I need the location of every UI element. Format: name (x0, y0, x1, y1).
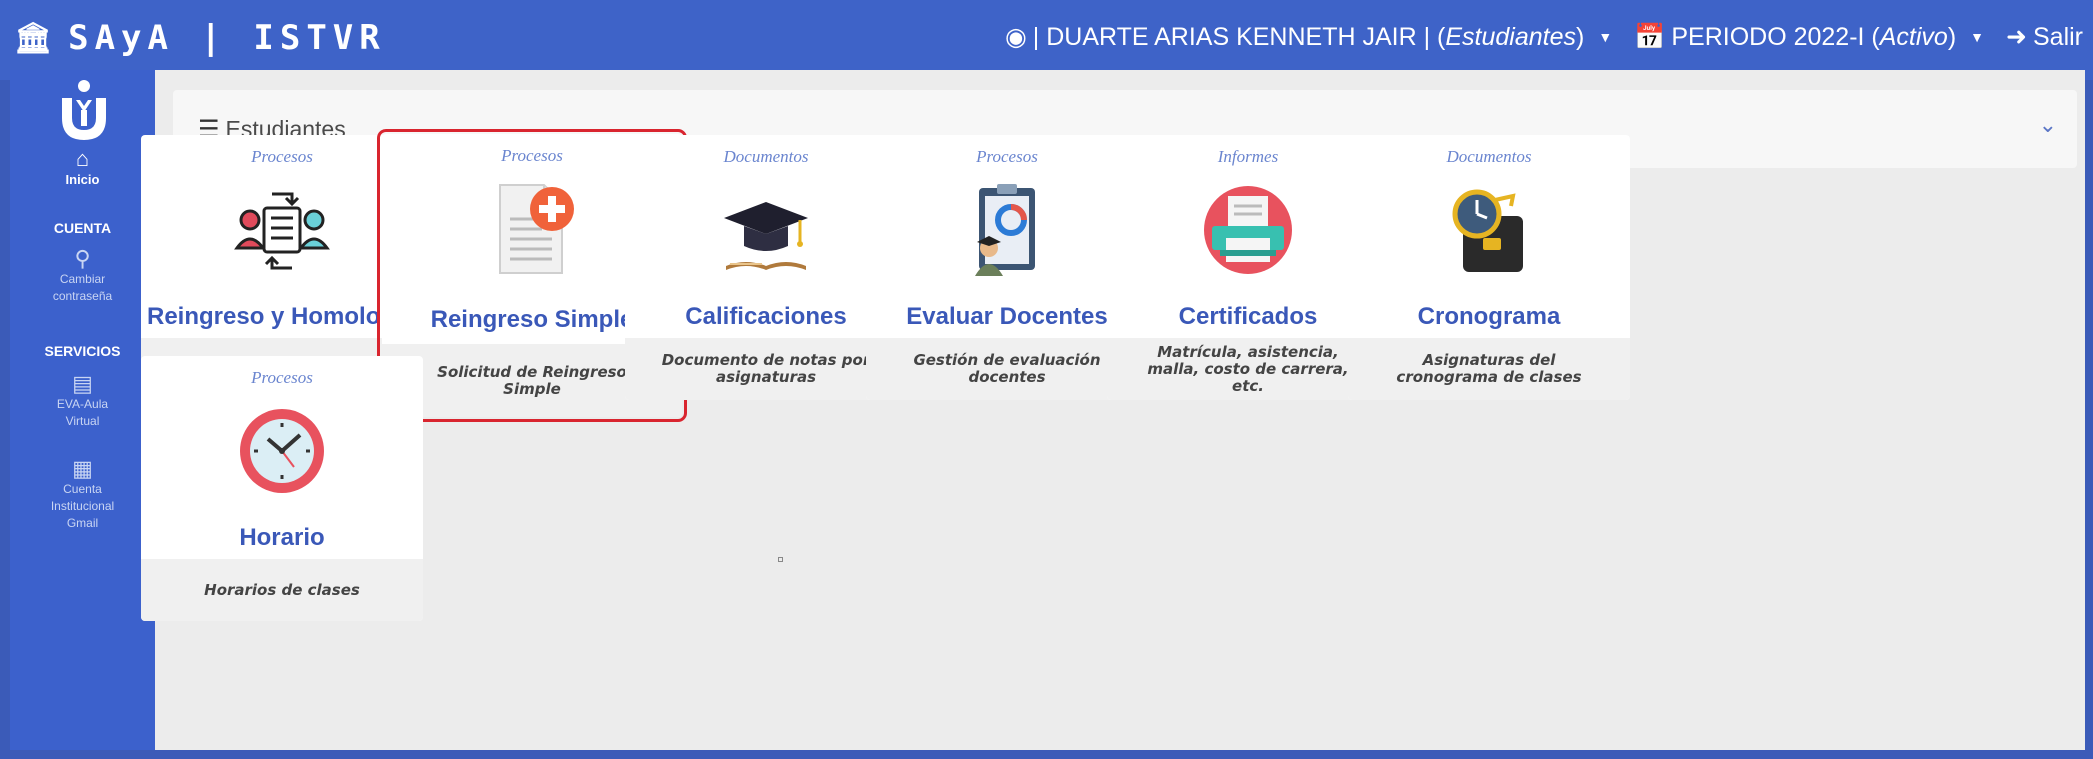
institution-icon: 🏛 (14, 20, 59, 56)
card-title: Certificados (1178, 303, 1318, 330)
card-cronograma[interactable]: Documentos Cronograma Asignaturas del cr… (1348, 135, 1630, 400)
sidebar-item-label: Cuenta Institucional Gmail (50, 482, 115, 530)
card-category: Informes (1217, 147, 1279, 166)
card-title: Cronograma (1417, 303, 1561, 330)
decorative-dot (778, 557, 783, 562)
logout-button[interactable]: ➜ Salir (2006, 22, 2083, 52)
card-description: Documento de notas por asignaturas (625, 338, 907, 400)
section-account-title: CUENTA (53, 220, 112, 236)
card-title: Evaluar Docentes (906, 303, 1108, 330)
card-category: Documentos (723, 147, 809, 166)
sidebar-item-eva[interactable]: ▤ EVA-Aula Virtual (10, 371, 155, 430)
card-title: Reingreso y Homologaci... (147, 303, 423, 330)
card-category: Procesos (251, 368, 313, 387)
user-name: | DUARTE ARIAS KENNETH JAIR | (Estudiant… (1032, 22, 1585, 51)
sidebar-item-label: EVA-Aula Virtual (56, 397, 109, 428)
period-menu[interactable]: 📅 PERIODO 2022-I (Activo) ▼ (1634, 23, 1984, 52)
graduation-cap-icon (724, 202, 808, 270)
sidebar-item-label: Cambiar contraseña (52, 272, 113, 303)
home-icon: ⌂ (75, 146, 90, 171)
clock-icon (240, 409, 324, 493)
brand[interactable]: 🏛 SAyA | ISTVR (14, 18, 386, 58)
sidebar-item-gmail[interactable]: ▦ Cuenta Institucional Gmail (10, 456, 155, 532)
section-services-title: SERVICIOS (44, 343, 121, 359)
app-logo-icon[interactable] (54, 78, 114, 150)
brand-title: SAyA | ISTVR (68, 18, 386, 58)
sidebar-item-home[interactable]: ⌂ Inicio (10, 146, 155, 188)
card-title: Horario (239, 524, 325, 551)
building-icon: ▦ (72, 456, 93, 481)
exchange-docs-icon (234, 192, 330, 270)
sidebar: ⌂ Inicio CUENTA ⚲ Cambiar contraseña SER… (10, 70, 155, 750)
lock-icon: ⚲ (74, 246, 91, 271)
card-category: Procesos (251, 147, 313, 166)
sign-out-icon: ➜ (2006, 23, 2027, 51)
card-horario[interactable]: Procesos Horario Horarios de clases (141, 356, 423, 621)
card-description: Gestión de evaluación docentes (866, 338, 1148, 400)
sidebar-item-label: Inicio (65, 172, 100, 187)
chevron-down-icon: ▼ (1970, 29, 1985, 45)
top-navbar: 🏛 SAyA | ISTVR ◉ | DUARTE ARIAS KENNETH … (0, 0, 2093, 80)
card-description: Horarios de clases (141, 559, 423, 621)
card-description: Asignaturas del cronograma de clases (1348, 338, 1630, 400)
card-category: Documentos (1446, 147, 1532, 166)
main-content: ☰ Estudiantes ⌄ Procesos Reingreso y Hom… (141, 70, 2085, 750)
user-circle-icon: ◉ (1004, 23, 1027, 51)
card-category: Procesos (976, 147, 1038, 166)
sidebar-item-change-password[interactable]: ⚲ Cambiar contraseña (10, 246, 155, 305)
printer-icon (1204, 186, 1292, 274)
logout-label: Salir (2032, 22, 2083, 51)
period-label: PERIODO 2022-I (Activo) (1671, 22, 1957, 51)
teacher-evaluation-icon (975, 184, 1035, 276)
schedule-briefcase-icon (1452, 189, 1523, 272)
card-certificados[interactable]: Informes Certificados Matrícula, asisten… (1107, 135, 1389, 400)
document-plus-icon (499, 184, 574, 274)
card-evaluar-docentes[interactable]: Procesos Evaluar Docentes Gestión de eva… (866, 135, 1148, 400)
chevron-down-icon[interactable]: ⌄ (2039, 112, 2057, 138)
chevron-down-icon: ▼ (1598, 29, 1613, 45)
calendar-icon: 📅 (1634, 22, 1666, 51)
card-title: Calificaciones (685, 303, 847, 330)
card-calificaciones[interactable]: Documentos Calificaciones Documento de n… (625, 135, 907, 400)
book-icon: ▤ (72, 371, 93, 396)
card-description: Matrícula, asistencia, malla, costo de c… (1107, 338, 1389, 400)
user-menu[interactable]: ◉ | DUARTE ARIAS KENNETH JAIR | (Estudia… (1005, 22, 1612, 52)
